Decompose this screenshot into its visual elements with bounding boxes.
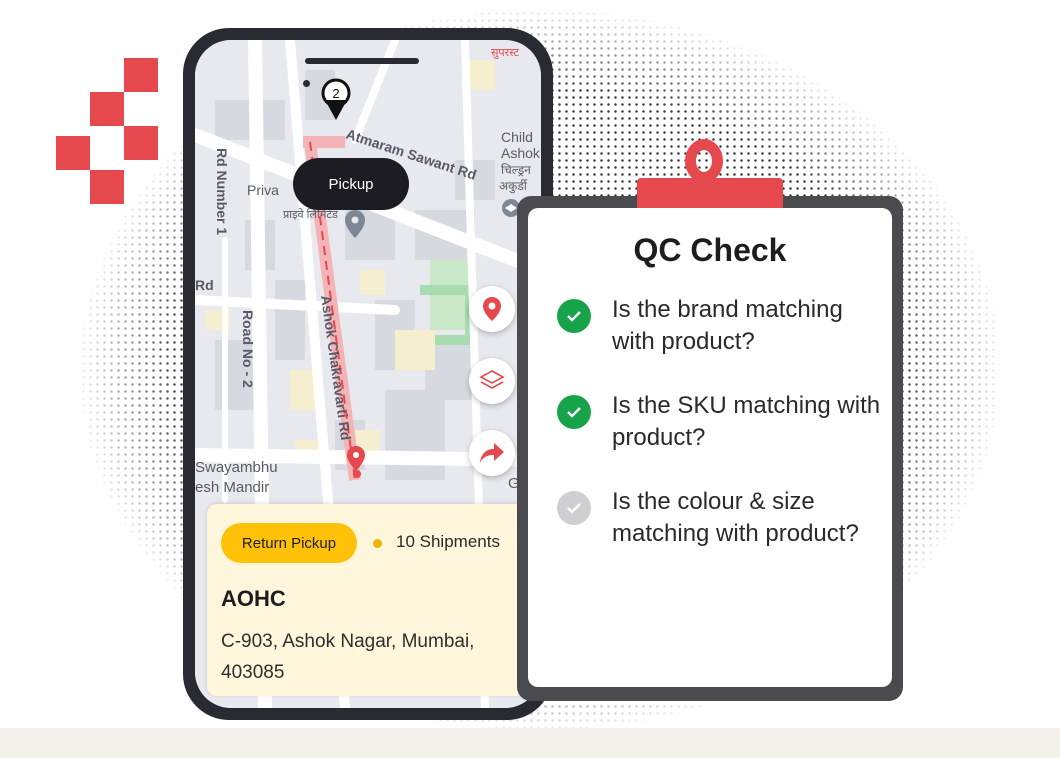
road-label-rd-number-1: Rd Number 1 bbox=[214, 148, 230, 235]
marker-number: 2 bbox=[332, 86, 339, 101]
shipment-card[interactable]: Return Pickup 10 Shipments AOHC C-903, A… bbox=[207, 504, 541, 696]
map-label-child: Child bbox=[501, 129, 533, 145]
directions-button[interactable] bbox=[469, 430, 515, 476]
check-icon bbox=[557, 395, 591, 429]
floor-strip bbox=[0, 728, 1060, 758]
location-button[interactable] bbox=[469, 286, 515, 332]
qc-item-text: Is the SKU matching with product? bbox=[612, 392, 881, 451]
qc-checklist-paper: QC Check Is the brand matching with prod… bbox=[528, 208, 892, 687]
location-pin-icon bbox=[483, 297, 501, 321]
map-label-akurdi-hindi: अकुर्डी bbox=[499, 179, 528, 194]
qc-title: QC Check bbox=[633, 232, 787, 268]
customer-name: AOHC bbox=[221, 586, 286, 611]
layers-icon bbox=[479, 370, 505, 389]
share-arrow-icon bbox=[480, 443, 504, 463]
shipments-count: 10 Shipments bbox=[396, 532, 500, 551]
road-label-road-no-2: Road No - 2 bbox=[240, 310, 256, 388]
check-icon bbox=[557, 299, 591, 333]
clipboard-clip bbox=[637, 178, 783, 208]
status-dot bbox=[373, 539, 382, 548]
phone-screen: Atmaram Sawant Rd Rd Number 1 Road No - … bbox=[195, 40, 541, 708]
phone-device: Atmaram Sawant Rd Rd Number 1 Road No - … bbox=[183, 28, 553, 720]
map-label-mandir: esh Mandir bbox=[195, 479, 269, 496]
qc-item-text: Is the brand matching with product? bbox=[612, 296, 843, 355]
map-label-priva: Priva bbox=[247, 182, 279, 198]
map-label-top-hindi: सुपरस्ट bbox=[491, 47, 519, 59]
customer-address: C-903, Ashok Nagar, Mumbai, 403085 bbox=[221, 631, 475, 683]
layers-button[interactable] bbox=[469, 358, 515, 404]
qc-item-text: Is the colour & size matching with produ… bbox=[612, 488, 859, 547]
map-label-swayambhu: Swayambhu bbox=[195, 459, 278, 476]
map-label-ashok: Ashok bbox=[501, 145, 541, 161]
pending-check-icon bbox=[557, 491, 591, 525]
phone-speaker bbox=[305, 58, 419, 64]
return-pickup-badge: Return Pickup bbox=[221, 523, 357, 563]
map-label-child-hindi: चिल्ड्रन bbox=[501, 163, 531, 177]
pickup-tooltip: Pickup bbox=[293, 158, 409, 210]
phone-camera bbox=[303, 80, 310, 87]
clipboard: QC Check Is the brand matching with prod… bbox=[517, 196, 903, 701]
map-label-rd: Rd bbox=[195, 277, 214, 293]
clipboard-clip-ring bbox=[685, 139, 723, 183]
